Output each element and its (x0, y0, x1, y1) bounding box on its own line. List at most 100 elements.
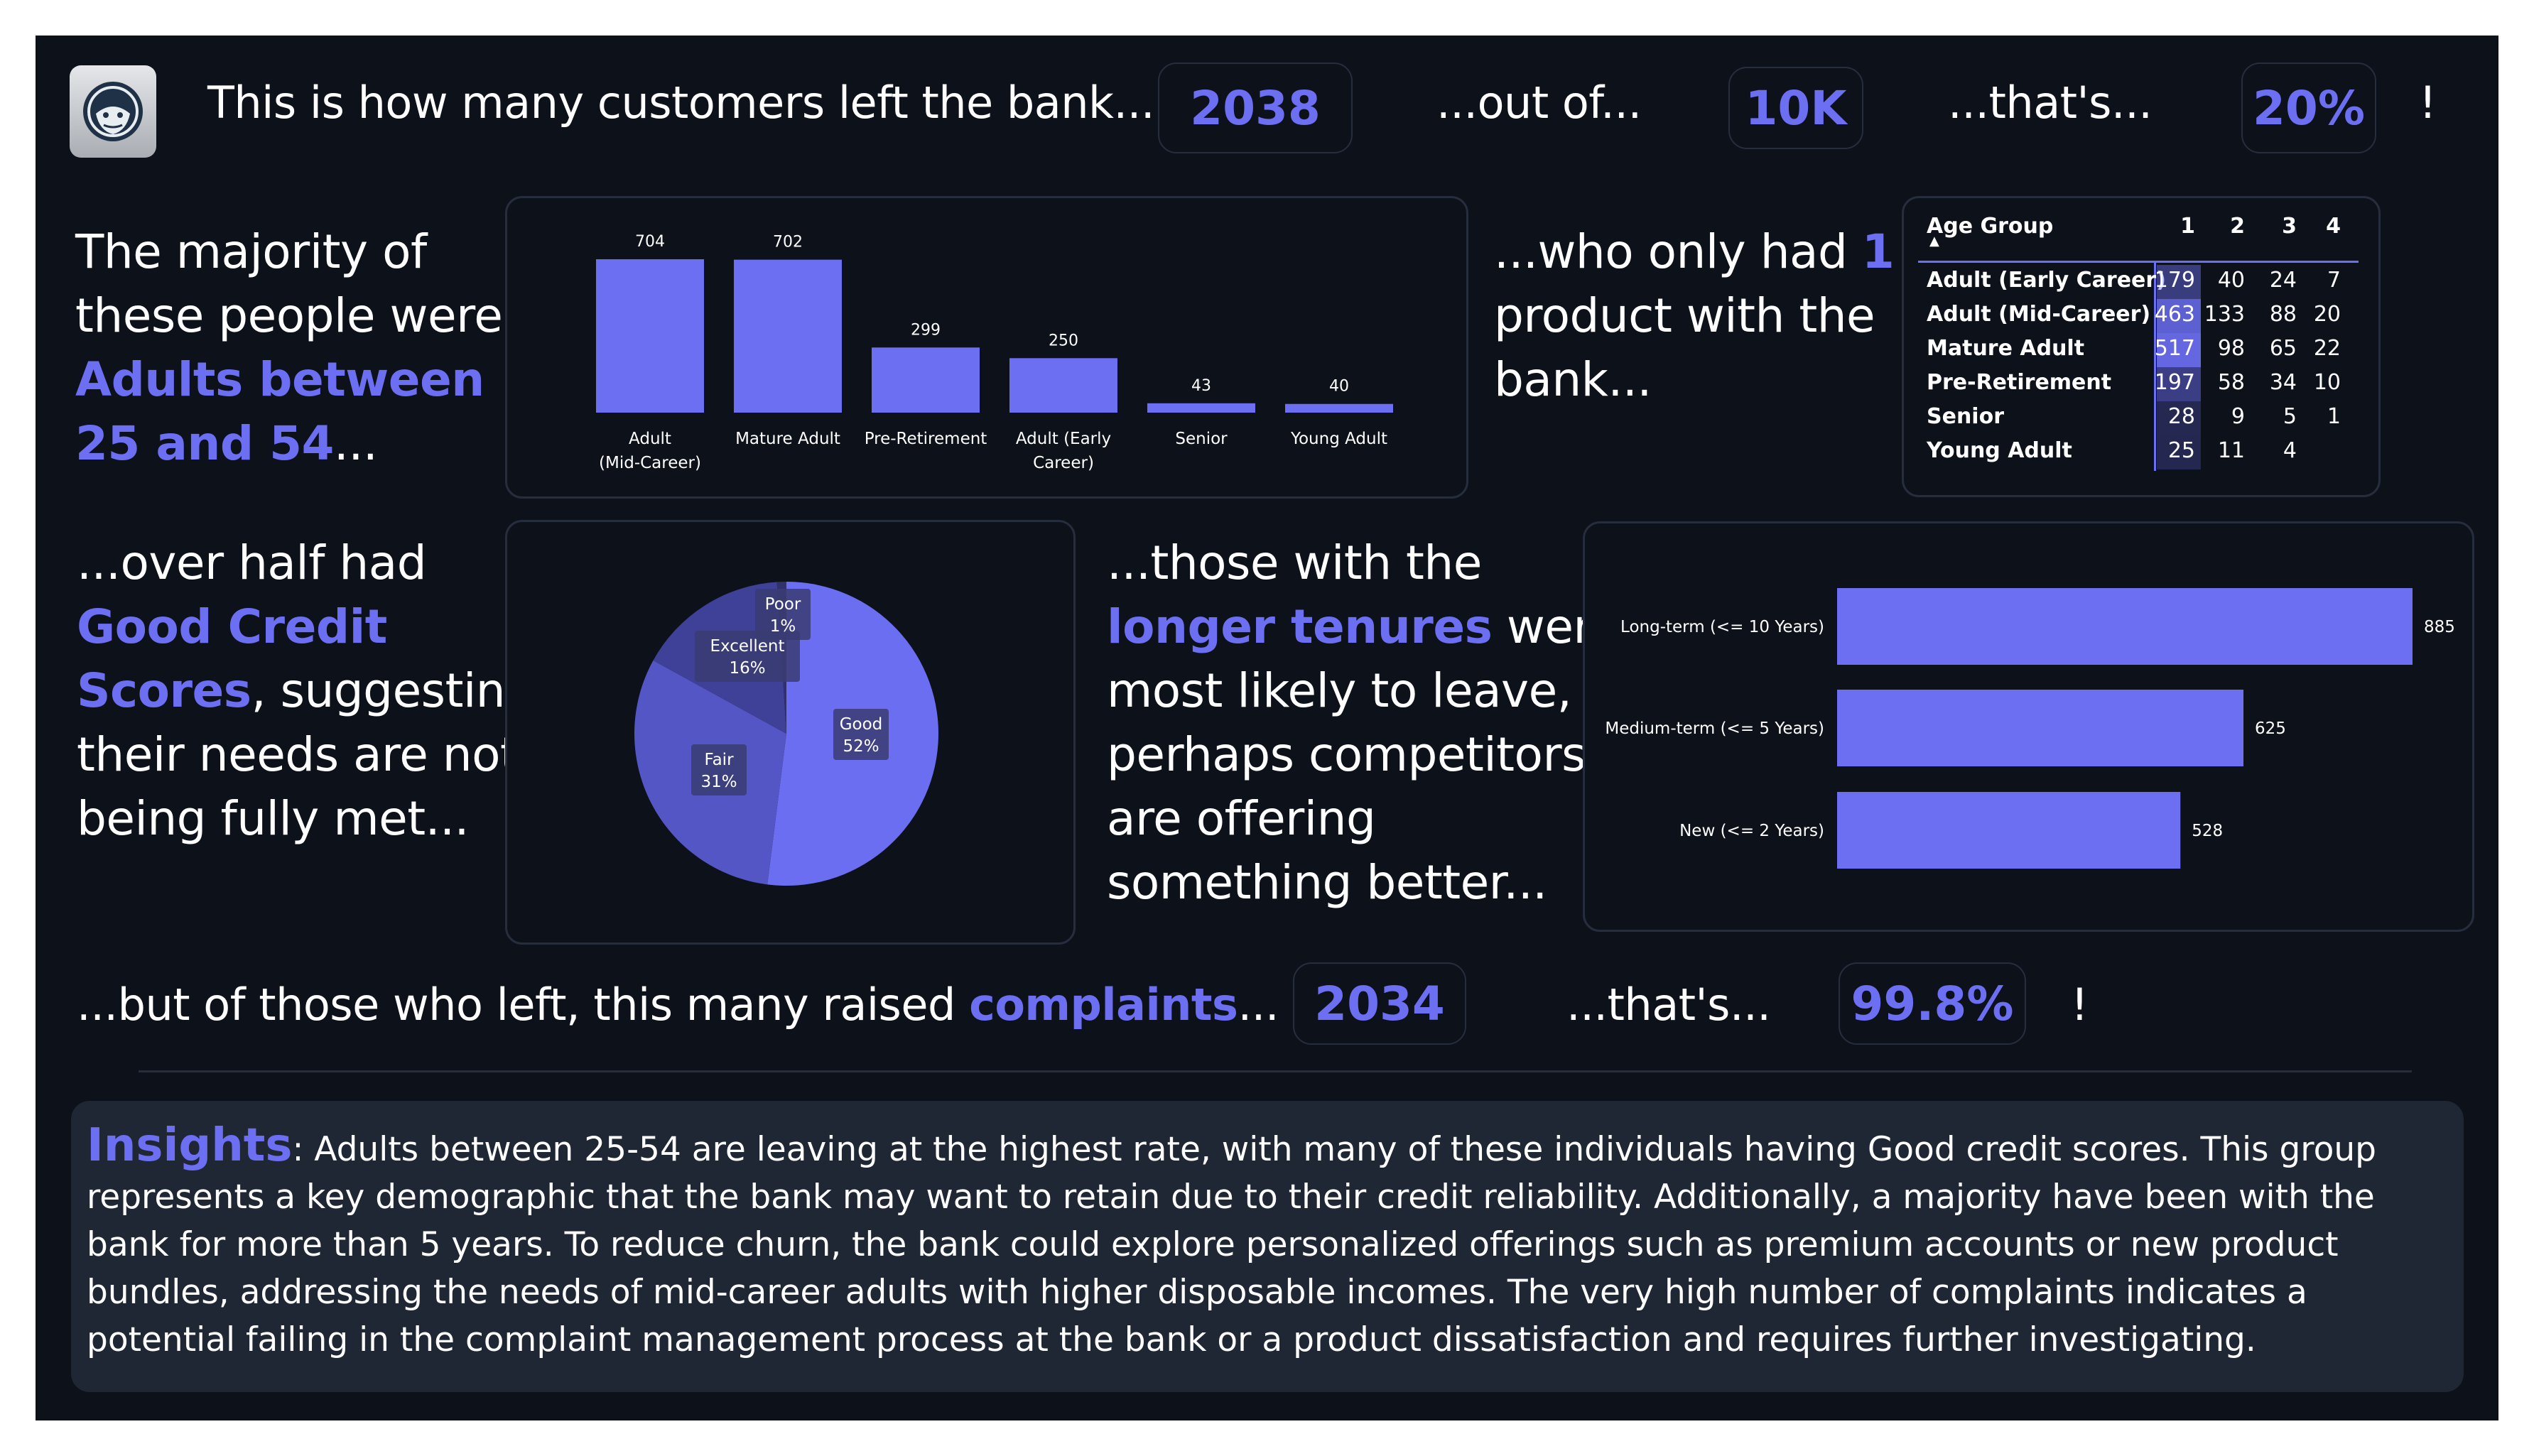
bar-5[interactable] (1285, 403, 1393, 413)
matrix-cell: 58 (2217, 370, 2245, 395)
bar-category-label-0: Adult (629, 430, 671, 448)
bar-category-label-5: Young Adult (1290, 430, 1387, 448)
pie-pct-excellent: 16% (729, 659, 765, 678)
product-insight-text: ...who only had 1 product with the bank.… (1494, 224, 1895, 407)
matrix-cell: 25 (2167, 438, 2195, 463)
age-group-chart-panel: 704 Adult (Mid-Career) 702 Mature Adult 299 Pr… (505, 196, 1468, 499)
matrix-cell: 28 (2167, 404, 2195, 429)
matrix-col-header-1[interactable]: 1 (2167, 214, 2195, 239)
tenure-bar-2[interactable] (1837, 792, 2181, 869)
tenure-chart-panel: 885 Long-term (<= 10 Years) 625 Medium-term… (1583, 521, 2474, 932)
bar-value-label-5: 40 (1329, 378, 1349, 396)
matrix-cell: 197 (2154, 370, 2195, 395)
matrix-cell: 88 (2269, 302, 2297, 327)
age-group-bar-chart: 704 Adult (Mid-Career) 702 Mature Adult 299 Pr… (596, 233, 1393, 472)
matrix-cell: 9 (2231, 404, 2245, 429)
tenure-value-label-1: 625 (2255, 719, 2286, 738)
matrix-cell: 10 (2313, 370, 2341, 395)
matrix-row-label: Mature Adult (1927, 336, 2085, 361)
pie-label-good: Good (840, 715, 883, 734)
tenure-insight-text: ...those with the longer tenures were mo… (1107, 536, 1620, 910)
total-customers-kpi: 10K (1728, 67, 1863, 149)
bar-3[interactable] (1009, 358, 1117, 413)
bar-value-label-4: 43 (1191, 377, 1211, 395)
tenure-bar-0[interactable] (1837, 588, 2413, 665)
matrix-cell: 517 (2154, 336, 2195, 361)
pie-label-poor: Poor (765, 595, 801, 614)
tenure-category-label-0: Long-term (<= 10 Years) (1620, 618, 1824, 636)
bar-category-label-1: Mature Adult (735, 430, 840, 448)
matrix-cell: 34 (2269, 370, 2297, 395)
tenure-category-label-1: Medium-term (<= 5 Years) (1605, 719, 1824, 738)
pie-pct-poor: 1% (770, 617, 796, 636)
matrix-cell: 1 (2327, 404, 2341, 429)
insights-title: Insights (87, 1119, 293, 1172)
matrix-cell: 20 (2313, 302, 2341, 327)
pie-label-fair: Fair (704, 751, 734, 769)
exclaim-text: ! (2419, 77, 2437, 129)
bar-value-label-1: 702 (773, 234, 803, 251)
insights-panel: Insights: Adults between 25-54 are leavi… (71, 1101, 2464, 1392)
complaints-thats-text: ...that's... (1566, 979, 1771, 1031)
insights-body: : Adults between 25-54 are leaving at th… (87, 1130, 2376, 1359)
matrix-col-header-3[interactable]: 3 (2268, 214, 2297, 239)
matrix-cell: 5 (2283, 404, 2297, 429)
matrix-cell: 11 (2217, 438, 2245, 463)
credit-score-pie-chart: Good52%Fair31%Excellent16%Poor1% (634, 582, 938, 886)
tenure-category-label-2: New (<= 2 Years) (1679, 822, 1824, 840)
tenure-bar-1[interactable] (1837, 690, 2244, 766)
insights-text: Insights: Adults between 25-54 are leavi… (87, 1122, 2452, 1364)
bar-value-label-2: 299 (911, 321, 941, 339)
bar-category-label-3: Career) (1033, 454, 1094, 472)
complaints-count-kpi: 2034 (1293, 962, 1466, 1045)
bar-0[interactable] (596, 259, 704, 413)
out-of-text: ...out of... (1436, 77, 1642, 129)
matrix-header-age-group[interactable]: Age Group (1927, 214, 2053, 239)
complaints-exclaim-text: ! (2071, 979, 2089, 1031)
bar-2[interactable] (872, 347, 980, 413)
matrix-cell: 24 (2269, 268, 2297, 293)
matrix-cell: 463 (2154, 302, 2195, 327)
matrix-col-header-4[interactable]: 4 (2312, 214, 2341, 239)
matrix-row-label: Adult (Mid-Career) (1927, 302, 2151, 327)
matrix-cell: 179 (2154, 268, 2195, 293)
bar-value-label-3: 250 (1049, 332, 1078, 349)
credit-insight-text: ...over half had Good Credit Scores, sug… (77, 536, 535, 846)
churned-count-kpi: 2038 (1158, 63, 1353, 153)
bar-category-label-0: (Mid-Career) (599, 454, 701, 472)
bar-category-label-4: Senior (1175, 430, 1228, 448)
section-divider (139, 1070, 2412, 1072)
matrix-header-divider (1918, 261, 2359, 263)
pie-pct-good: 52% (843, 737, 879, 756)
tenure-bar-chart: 885 Long-term (<= 10 Years) 625 Medium-term… (1605, 588, 2455, 869)
matrix-cell: 4 (2283, 438, 2297, 463)
pie-pct-fair: 31% (700, 773, 737, 791)
matrix-cell: 40 (2217, 268, 2245, 293)
matrix-row-label: Young Adult (1927, 438, 2072, 463)
churn-rate-kpi: 20% (2241, 63, 2376, 153)
matrix-cell: 7 (2327, 268, 2341, 293)
tenure-value-label-2: 528 (2192, 822, 2223, 840)
matrix-row-label: Adult (Early Career) (1927, 268, 2166, 293)
bar-category-label-3: Adult (Early (1016, 430, 1111, 448)
churn-intro-text: This is how many customers left the bank… (207, 77, 1155, 129)
matrix-cell: 133 (2204, 302, 2245, 327)
dashboard-board: This is how many customers left the bank… (36, 36, 2498, 1420)
thats-text: ...that's... (1948, 77, 2153, 129)
bar-category-label-2: Pre-Retirement (865, 430, 987, 448)
bar-1[interactable] (734, 259, 842, 413)
complaints-rate-kpi: 99.8% (1839, 962, 2026, 1045)
complaints-text: ...but of those who left, this many rais… (77, 979, 1279, 1031)
matrix-cell: 65 (2269, 336, 2297, 361)
age-insight-text: The majority of these people were Adults… (75, 224, 503, 471)
matrix-cell: 98 (2217, 336, 2245, 361)
matrix-cell: 22 (2313, 336, 2341, 361)
sort-up-icon[interactable]: ▲ (1929, 234, 1939, 249)
matrix-row-label: Pre-Retirement (1927, 370, 2112, 395)
bank-logo-icon (70, 65, 156, 158)
bar-value-label-0: 704 (635, 233, 665, 251)
matrix-col-header-2[interactable]: 2 (2216, 214, 2245, 239)
age-product-matrix-panel: Age Group ▲ 1234 Adult (Early Career) 179… (1902, 196, 2381, 497)
bar-4[interactable] (1147, 403, 1255, 413)
tenure-value-label-0: 885 (2424, 618, 2455, 636)
